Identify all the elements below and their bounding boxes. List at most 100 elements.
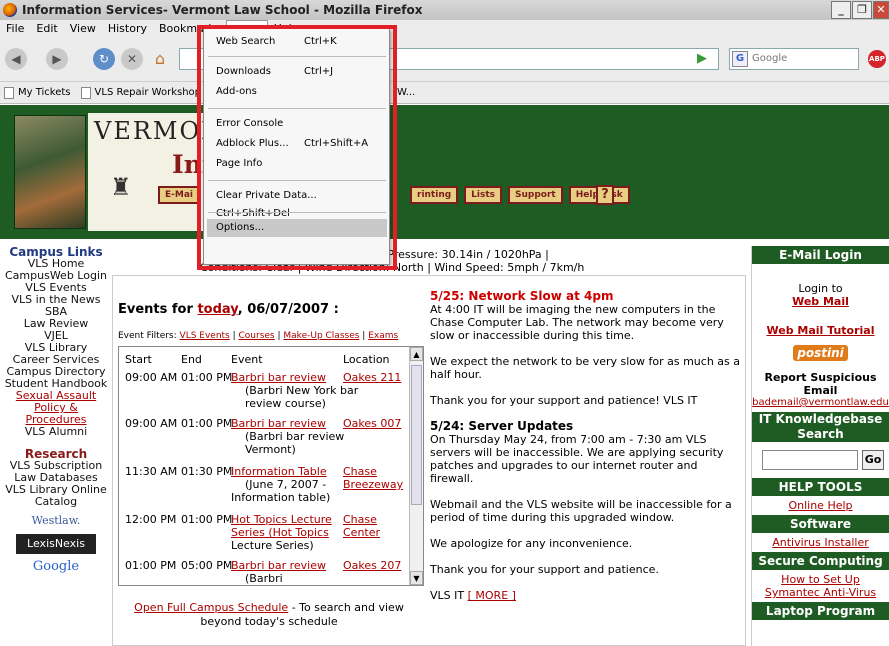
cell-start: 12:00 PM — [125, 513, 177, 526]
adblock-icon[interactable]: ABP — [868, 50, 886, 68]
reload-icon[interactable]: ↻ — [93, 48, 115, 70]
kb-search-heading: IT Knowledgebase Search — [752, 412, 889, 442]
event-link[interactable]: Barbri bar review — [231, 559, 326, 572]
stop-icon[interactable]: ✕ — [121, 48, 143, 70]
bookmark-vls-repair[interactable]: VLS Repair Workshop — [80, 86, 201, 99]
westlaw-logo[interactable]: Westlaw. — [16, 511, 96, 531]
full-schedule: Open Full Campus Schedule - To search an… — [128, 601, 410, 629]
firefox-icon — [3, 3, 17, 17]
lexisnexis-logo[interactable]: LexisNexis — [16, 534, 96, 554]
event-link[interactable]: Barbri bar review — [231, 417, 326, 430]
bookmarks-toolbar: My Tickets VLS Repair Workshop W... — [0, 82, 889, 104]
right-sidebar: E-Mail Login Login to Web Mail Web Mail … — [751, 246, 889, 646]
bell-tower-icon: ♜ — [110, 173, 132, 201]
forward-icon[interactable]: ▶ — [46, 48, 68, 70]
campus-photo — [14, 115, 86, 229]
filter-courses[interactable]: Courses — [239, 331, 275, 341]
menu-edit[interactable]: Edit — [30, 20, 63, 38]
event-desc: Information table) — [231, 491, 331, 504]
scroll-up-icon[interactable]: ▲ — [410, 347, 423, 361]
event-desc: (Barbri — [245, 572, 283, 585]
location-link[interactable]: Breezeway — [343, 478, 403, 491]
event-desc[interactable]: Series (Hot Topics — [231, 526, 329, 539]
news-paragraph: We expect the network to be very slow fo… — [430, 355, 741, 381]
news-paragraph: VLS IT [ MORE ] — [430, 589, 740, 602]
event-desc: (Barbri bar review — [245, 430, 345, 443]
postini-logo: postini — [793, 345, 848, 361]
web-mail-link[interactable]: Web Mail — [752, 295, 889, 308]
close-button[interactable]: ✕ — [873, 1, 889, 19]
search-input[interactable]: G Google — [729, 48, 859, 70]
home-icon[interactable]: ⌂ — [149, 48, 171, 70]
kb-search-input[interactable] — [762, 450, 858, 470]
bademail-link[interactable]: bademail@vermontlaw.edu — [752, 397, 889, 408]
search-placeholder: Google — [752, 53, 788, 64]
news-paragraph: Thank you for your support and patience!… — [430, 394, 698, 407]
news-signoff: VLS IT — [430, 589, 465, 602]
news-headline: 5/25: Network Slow at 4pm — [430, 289, 614, 303]
events-scrollbar[interactable]: ▲ ▼ — [409, 347, 423, 585]
go-icon[interactable]: ▶ — [697, 51, 707, 66]
menu-view[interactable]: View — [64, 20, 102, 38]
web-mail-tutorial-link[interactable]: Web Mail Tutorial — [752, 324, 889, 337]
left-nav-link[interactable]: VLS Alumni — [0, 426, 112, 438]
more-link[interactable]: [ MORE ] — [468, 589, 516, 602]
google-logo[interactable]: Google — [16, 557, 96, 577]
nav-printing-button[interactable]: rinting — [410, 186, 459, 204]
news-paragraph: At 4:00 IT will be imaging the new compu… — [430, 303, 724, 342]
filters-label: Event Filters: — [118, 331, 177, 341]
menubar: File Edit View History Bookmarks Tools H… — [0, 19, 889, 39]
scroll-down-icon[interactable]: ▼ — [410, 571, 423, 585]
antivirus-link[interactable]: Antivirus Installer — [752, 536, 889, 549]
help-tools-heading: HELP TOOLS — [752, 478, 889, 496]
back-icon[interactable]: ◀ — [5, 48, 27, 70]
location-link[interactable]: Oakes 007 — [343, 417, 401, 430]
window-title: Information Services- Vermont Law School… — [22, 3, 423, 17]
nav-lists-button[interactable]: Lists — [464, 186, 503, 204]
nav-email-button[interactable]: E-Mai — [158, 186, 200, 204]
kb-go-button[interactable]: Go — [862, 450, 884, 470]
bookmark-other[interactable]: W... — [397, 87, 415, 98]
bookmark-my-tickets[interactable]: My Tickets — [4, 86, 71, 99]
full-schedule-link[interactable]: Open Full Campus Schedule — [134, 601, 288, 614]
location-link[interactable]: Center — [343, 526, 380, 539]
events-table: Start End Event Location 09:00 AM 01:00 … — [118, 346, 424, 586]
software-heading: Software — [752, 515, 889, 533]
help-question-button[interactable]: ? — [596, 185, 614, 205]
news-column: 5/25: Network Slow at 4pm At 4:00 IT wil… — [430, 290, 740, 615]
scroll-thumb[interactable] — [411, 365, 422, 505]
col-location: Location — [343, 353, 390, 366]
window-controls: _ ❐ ✕ — [830, 1, 889, 19]
left-nav: Campus Links VLS Home CampusWeb Login VL… — [0, 246, 112, 580]
online-help-link[interactable]: Online Help — [752, 499, 889, 512]
cell-start: 09:00 AM — [125, 417, 178, 430]
event-desc: (Barbri New York bar — [245, 384, 359, 397]
location-link[interactable]: Oakes 207 — [343, 559, 401, 572]
cell-end: 05:00 PM — [181, 559, 233, 572]
filter-vls-events[interactable]: VLS Events — [180, 331, 230, 341]
menu-history[interactable]: History — [102, 20, 153, 38]
location-link[interactable]: Chase — [343, 465, 377, 478]
restore-button[interactable]: ❐ — [852, 1, 872, 19]
page-icon — [4, 86, 14, 99]
event-link[interactable]: Information Table — [231, 465, 327, 478]
left-nav-link[interactable]: Catalog — [0, 496, 112, 508]
location-link[interactable]: Chase — [343, 513, 377, 526]
nav-support-button[interactable]: Support — [508, 186, 563, 204]
google-engine-icon[interactable]: G — [732, 51, 748, 67]
news-paragraph: On Thursday May 24, from 7:00 am - 7:30 … — [430, 433, 724, 485]
filter-exams[interactable]: Exams — [368, 331, 398, 341]
cell-end: 01:00 PM — [181, 371, 233, 384]
today-link[interactable]: today — [197, 302, 237, 317]
filter-makeup[interactable]: Make-Up Classes — [283, 331, 359, 341]
col-event: Event — [231, 353, 263, 366]
location-link[interactable]: Oakes 211 — [343, 371, 401, 384]
highlight-box — [197, 25, 397, 270]
event-link[interactable]: Barbri bar review — [231, 371, 326, 384]
event-filters: Event Filters: VLS Events | Courses | Ma… — [118, 331, 399, 341]
event-link[interactable]: Hot Topics Lecture — [231, 513, 332, 526]
menu-file[interactable]: File — [0, 20, 30, 38]
event-desc: Vermont) — [245, 443, 296, 456]
symantec-link[interactable]: How to Set Up Symantec Anti-Virus — [752, 573, 889, 599]
minimize-button[interactable]: _ — [831, 1, 851, 19]
